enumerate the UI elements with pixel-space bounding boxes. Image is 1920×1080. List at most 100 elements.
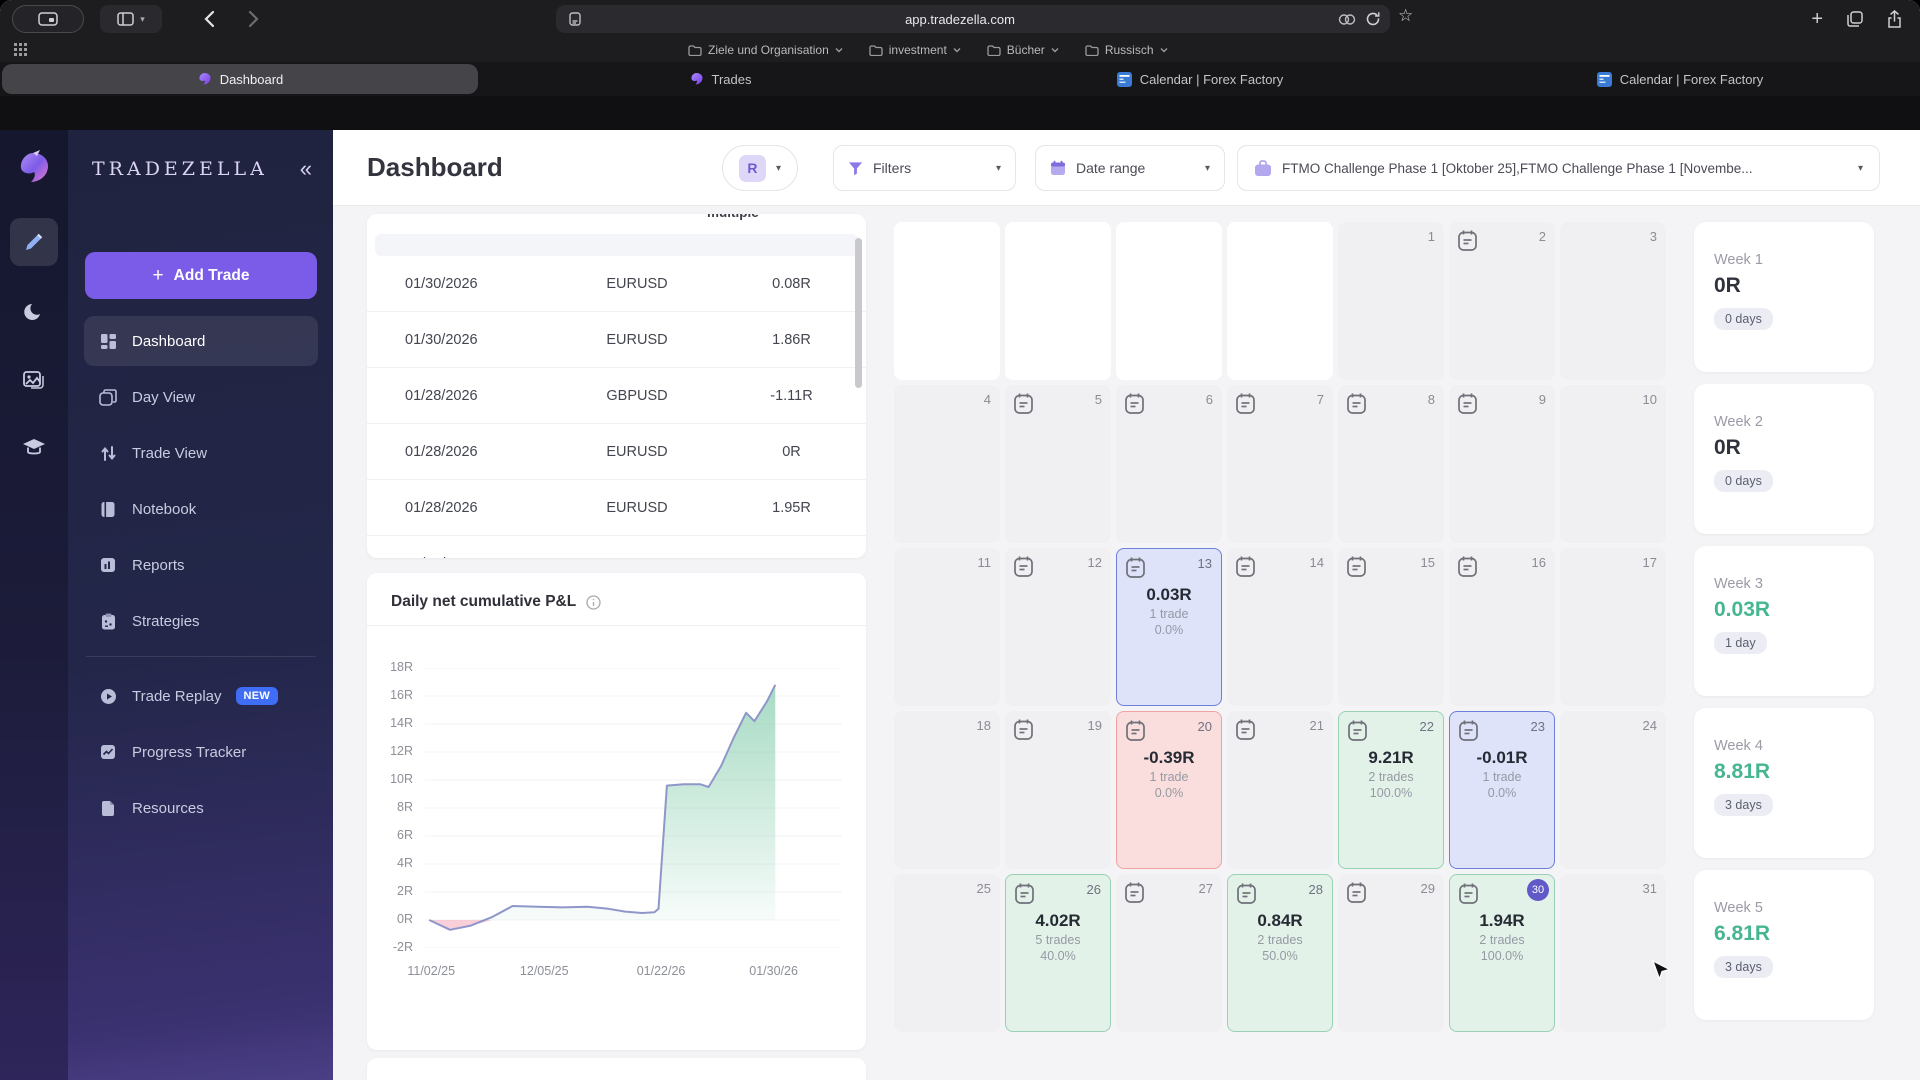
- tab-group-button[interactable]: [12, 5, 84, 33]
- bookmark-star-icon[interactable]: ☆: [1398, 6, 1413, 26]
- day-trades-count: 1 trade: [1149, 607, 1189, 621]
- calendar-cell[interactable]: 26 4.02R 5 trades 40.0%: [1005, 874, 1111, 1032]
- trade-row[interactable]: 01/28/2026 EURUSD 1.95R: [367, 480, 866, 536]
- info-icon[interactable]: [586, 594, 601, 610]
- note-icon: [1458, 882, 1479, 905]
- browser-tab[interactable]: Trades: [482, 64, 958, 94]
- sidebar-item-progress-tracker[interactable]: Progress Tracker: [84, 727, 318, 777]
- reload-icon[interactable]: [1366, 12, 1380, 26]
- dashboard-icon: [98, 333, 118, 350]
- calendar-cell[interactable]: 2: [1449, 222, 1555, 380]
- sidebar-item-notebook[interactable]: Notebook: [84, 484, 318, 534]
- calendar-cell[interactable]: 5: [1005, 385, 1111, 543]
- calendar-cell[interactable]: 29: [1338, 874, 1444, 1032]
- calendar-cell[interactable]: 18: [894, 711, 1000, 869]
- calendar-cell[interactable]: 20 -0.39R 1 trade 0.0%: [1116, 711, 1222, 869]
- calendar-cell[interactable]: 6: [1116, 385, 1222, 543]
- sidebar-item-trade-replay[interactable]: Trade Replay NEW: [84, 671, 318, 721]
- calendar-cell[interactable]: 4: [894, 385, 1000, 543]
- rail-darkmode-button[interactable]: [10, 288, 58, 336]
- rail-journal-button[interactable]: [10, 218, 58, 266]
- sidebar-item-trade-view[interactable]: Trade View: [84, 428, 318, 478]
- share-icon[interactable]: [1887, 10, 1902, 28]
- browser-tab[interactable]: Dashboard: [2, 64, 478, 94]
- briefcase-icon: [1255, 159, 1271, 176]
- calendar-cell[interactable]: 1: [1338, 222, 1444, 380]
- address-bar[interactable]: app.tradezella.com: [556, 5, 1390, 33]
- browser-tab[interactable]: Calendar | Forex Factory: [1442, 64, 1918, 94]
- sidebar-toggle-button[interactable]: ▾: [100, 5, 162, 33]
- account-selector[interactable]: FTMO Challenge Phase 1 [Oktober 25],FTMO…: [1237, 145, 1880, 191]
- filters-button[interactable]: Filters ▾: [833, 145, 1016, 191]
- calendar-cell[interactable]: 12: [1005, 548, 1111, 706]
- trade-row[interactable]: 01/26/2026EURUSD0R: [367, 536, 866, 559]
- calendar-cell[interactable]: 7: [1227, 385, 1333, 543]
- bookmark-folder[interactable]: Russisch: [1085, 43, 1168, 57]
- day-number: 28: [1308, 882, 1323, 897]
- trade-row[interactable]: 01/28/2026 GBPUSD -1.11R: [367, 368, 866, 424]
- y-axis-tick: -2R: [392, 940, 413, 954]
- day-number: 22: [1419, 719, 1434, 734]
- avatar-dropdown[interactable]: R ▾: [722, 145, 798, 191]
- new-tab-button[interactable]: +: [1811, 8, 1823, 31]
- bookmark-folder[interactable]: investment: [869, 43, 961, 57]
- calendar-cell[interactable]: 31: [1560, 874, 1666, 1032]
- icon-rail: [0, 130, 68, 1080]
- nav-label: Day View: [132, 388, 196, 406]
- bookmark-label: Russisch: [1104, 43, 1154, 57]
- week-label: Week 2: [1714, 414, 1763, 430]
- calendar-cell[interactable]: 8: [1338, 385, 1444, 543]
- date-range-button[interactable]: Date range ▾: [1035, 145, 1225, 191]
- calendar-cell[interactable]: 10: [1560, 385, 1666, 543]
- add-trade-button[interactable]: + Add Trade: [85, 252, 317, 299]
- note-icon: [1235, 555, 1256, 578]
- calendar-cell[interactable]: 27: [1116, 874, 1222, 1032]
- calendar-cell[interactable]: 17: [1560, 548, 1666, 706]
- calendar-cell[interactable]: 21: [1227, 711, 1333, 869]
- trade-row[interactable]: 01/30/2026 EURUSD 0.08R: [367, 256, 866, 312]
- calendar-cell[interactable]: 11: [894, 548, 1000, 706]
- calendar-cell[interactable]: 30 1.94R 2 trades 100.0%: [1449, 874, 1555, 1032]
- calendar-cell[interactable]: 28 0.84R 2 trades 50.0%: [1227, 874, 1333, 1032]
- weekly-summary: Week 1 0R 0 days Week 2 0R 0 days Week 3 0.03R 1…: [1694, 222, 1874, 1032]
- calendar-cell[interactable]: 16: [1449, 548, 1555, 706]
- sidebar-collapse-button[interactable]: «: [300, 158, 312, 180]
- privacy-report-icon[interactable]: [1338, 13, 1356, 26]
- calendar-cell[interactable]: 13 0.03R 1 trade 0.0%: [1116, 548, 1222, 706]
- calendar-cell[interactable]: 14: [1227, 548, 1333, 706]
- sidebar-item-resources[interactable]: Resources: [84, 783, 318, 833]
- calendar-cell[interactable]: 25: [894, 874, 1000, 1032]
- calendar-cell[interactable]: 3: [1560, 222, 1666, 380]
- bookmark-folder[interactable]: Bücher: [987, 43, 1059, 57]
- day-number: 7: [1316, 392, 1324, 407]
- sidebar-item-day-view[interactable]: Day View: [84, 372, 318, 422]
- pencil-icon: [26, 233, 43, 250]
- day-number: 15: [1420, 555, 1435, 570]
- trade-row[interactable]: 01/30/2026 EURUSD 1.86R: [367, 312, 866, 368]
- rail-education-button[interactable]: [10, 424, 58, 472]
- sidebar-item-reports[interactable]: Reports: [84, 540, 318, 590]
- tab-overview-icon[interactable]: [1847, 11, 1863, 27]
- calendar-cell[interactable]: 15: [1338, 548, 1444, 706]
- calendar-cell[interactable]: 23 -0.01R 1 trade 0.0%: [1449, 711, 1555, 869]
- forward-button[interactable]: [236, 5, 270, 33]
- favorites-grid-icon[interactable]: [14, 43, 27, 56]
- trade-r-multiple: 0R: [782, 443, 801, 460]
- rail-media-button[interactable]: [10, 356, 58, 404]
- calendar-cell[interactable]: 22 9.21R 2 trades 100.0%: [1338, 711, 1444, 869]
- week-days-badge: 0 days: [1714, 470, 1773, 492]
- sidebar-item-strategies[interactable]: Strategies: [84, 596, 318, 646]
- today-badge: 30: [1527, 879, 1549, 901]
- table-scrollbar-thumb[interactable]: [855, 238, 862, 388]
- trade-row[interactable]: 01/28/2026 EURUSD 0R: [367, 424, 866, 480]
- calendar-cell[interactable]: 24: [1560, 711, 1666, 869]
- calendar-cell[interactable]: 19: [1005, 711, 1111, 869]
- sidebar-item-dashboard[interactable]: Dashboard: [84, 316, 318, 366]
- bookmark-folder[interactable]: Ziele und Organisation: [688, 43, 843, 57]
- moon-icon: [24, 304, 40, 320]
- week-label: Week 5: [1714, 900, 1763, 916]
- browser-toolbar: ▾ app.tradezella.com ☆ +: [0, 0, 1920, 38]
- back-button[interactable]: [192, 5, 226, 33]
- calendar-cell[interactable]: 9: [1449, 385, 1555, 543]
- browser-tab[interactable]: Calendar | Forex Factory: [962, 64, 1438, 94]
